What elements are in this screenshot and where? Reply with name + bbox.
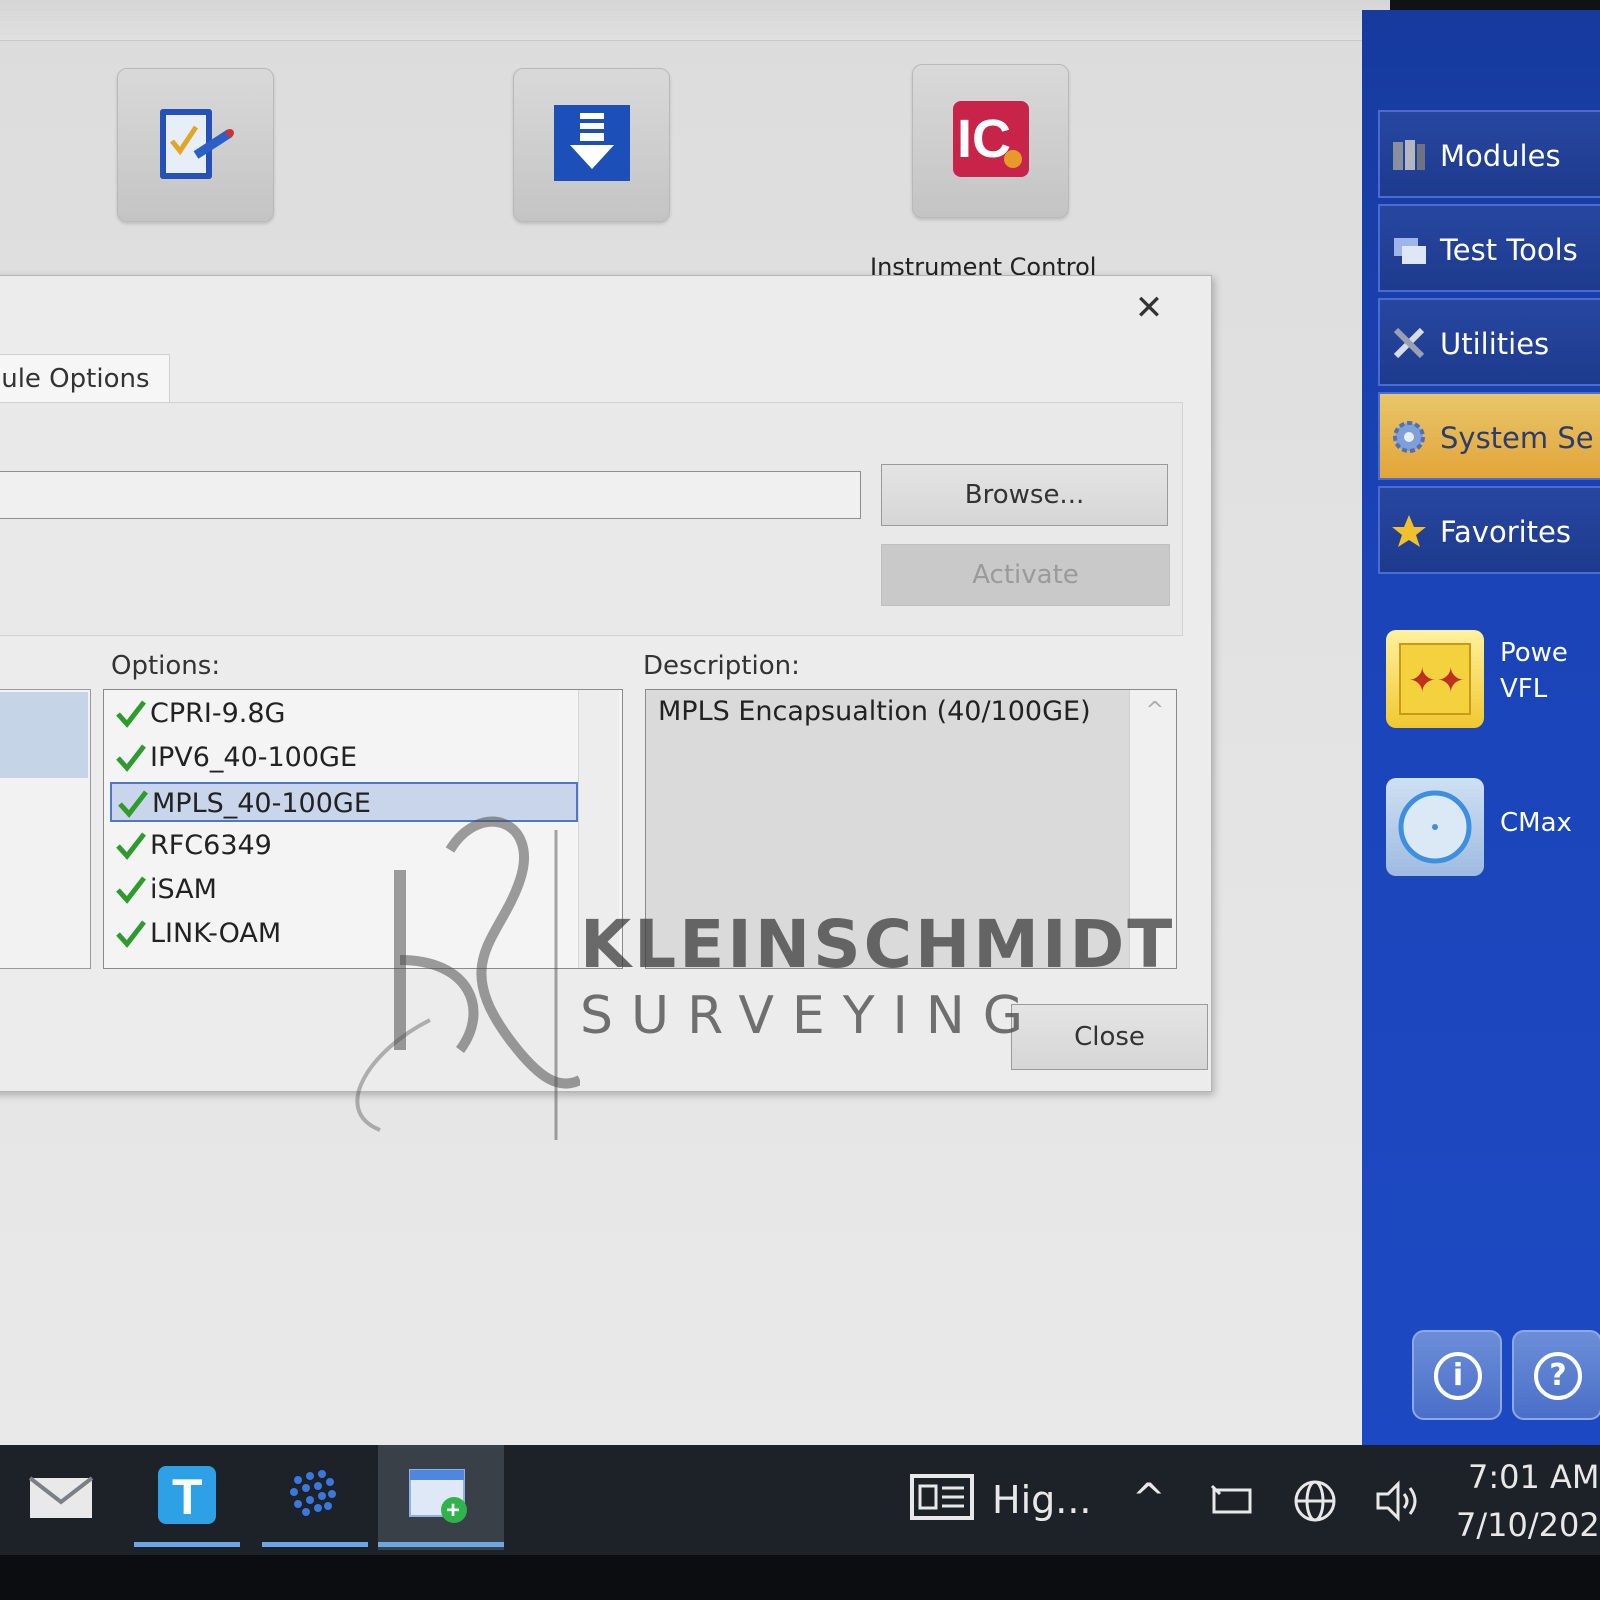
option-label: CPRI-9.8G <box>150 698 286 729</box>
utilities-icon <box>1393 327 1425 359</box>
volume-glyph <box>1376 1480 1417 1522</box>
option-label: IPV6_40-100GE <box>150 742 358 773</box>
sidebar-item-label: System Se <box>1440 421 1594 455</box>
option-item[interactable]: MPLS_40-100GE <box>110 782 578 822</box>
new-window-icon: + <box>409 1469 467 1524</box>
scroll-up-icon[interactable]: ^ <box>1146 698 1164 723</box>
option-item[interactable]: IPV6_40-100GE <box>110 738 578 778</box>
power-vfl-label-1: Powe <box>1500 638 1568 668</box>
top-strip <box>0 0 1390 41</box>
news-widget-button[interactable] <box>910 1474 974 1524</box>
option-label: RFC6349 <box>150 830 272 861</box>
help-button[interactable]: ? <box>1512 1330 1600 1420</box>
option-label: MPLS_40-100GE <box>152 788 371 819</box>
download-icon <box>554 105 630 181</box>
mail-taskbar-button[interactable] <box>26 1462 106 1532</box>
battery-icon[interactable] <box>1210 1484 1256 1522</box>
checkmark-icon <box>116 920 146 948</box>
instrument-control-app-tile[interactable]: IC <box>912 64 1069 218</box>
power-vfl-label-2: VFL <box>1500 674 1548 704</box>
instrument-control-icon: IC <box>953 101 1029 177</box>
clock-date[interactable]: 7/10/2024 <box>1456 1506 1600 1544</box>
sidebar-item-modules[interactable]: Modules <box>1378 110 1600 198</box>
star-icon <box>1392 515 1426 547</box>
screen: IC Instrument Control ✕ lule Options Bro… <box>0 0 1600 1600</box>
sidebar: Modules Test Tools Utilities System Se F… <box>1362 10 1600 1445</box>
description-scrollbar[interactable]: ^ <box>1129 690 1176 968</box>
power-vfl-tile[interactable]: ✦✦ <box>1386 630 1484 728</box>
description-text: MPLS Encapsualtion (40/100GE) <box>658 696 1091 727</box>
svg-text:+: + <box>446 1497 460 1524</box>
sidebar-item-system-settings[interactable]: System Se <box>1378 392 1600 480</box>
close-button[interactable]: Close <box>1011 1004 1208 1070</box>
news-icon <box>910 1474 974 1520</box>
option-item[interactable]: LINK-OAM <box>110 914 578 954</box>
option-label: iSAM <box>150 874 217 905</box>
cmax-label: CMax <box>1500 808 1572 838</box>
globe-icon[interactable] <box>1292 1478 1338 1528</box>
checkmark-icon <box>116 700 146 728</box>
module-list[interactable] <box>0 689 91 969</box>
dots-app-taskbar-button[interactable] <box>278 1462 358 1532</box>
checklist-app-tile[interactable] <box>117 68 274 222</box>
sidebar-item-label: Test Tools <box>1440 233 1578 267</box>
module-options-dialog: ✕ lule Options Browse... Activate Option… <box>0 275 1212 1092</box>
volume-icon[interactable] <box>1374 1478 1422 1528</box>
info-icon: i <box>1434 1352 1482 1400</box>
option-item[interactable]: RFC6349 <box>110 826 578 866</box>
news-widget-label[interactable]: Hig... <box>992 1478 1092 1522</box>
option-file-input[interactable] <box>0 471 861 519</box>
checkmark-icon <box>116 876 146 904</box>
taskbar-running-indicator <box>378 1542 504 1547</box>
option-label: LINK-OAM <box>150 918 282 949</box>
chevron-up-icon[interactable]: ^ <box>1132 1476 1166 1522</box>
sidebar-item-utilities[interactable]: Utilities <box>1378 298 1600 386</box>
download-app-tile[interactable] <box>513 68 670 222</box>
cmax-icon <box>1398 790 1472 864</box>
battery-glyph <box>1210 1484 1252 1514</box>
description-box: MPLS Encapsualtion (40/100GE) ^ <box>645 689 1177 969</box>
checkmark-icon <box>116 744 146 772</box>
test-tools-icon <box>1394 238 1426 264</box>
taskbar <box>0 1445 1600 1555</box>
checkmark-icon <box>116 832 146 860</box>
new-window-taskbar-button[interactable]: + <box>404 1462 484 1532</box>
dialog-close-button[interactable]: ✕ <box>1129 288 1169 328</box>
t-app-icon: T <box>158 1466 216 1525</box>
options-label: Options: <box>111 651 221 681</box>
taskbar-running-indicator <box>262 1542 368 1547</box>
checkmark-icon <box>118 790 148 818</box>
info-button[interactable]: i <box>1412 1330 1502 1420</box>
sidebar-item-test-tools[interactable]: Test Tools <box>1378 204 1600 292</box>
sidebar-item-label: Utilities <box>1440 327 1550 361</box>
sidebar-item-label: Modules <box>1440 139 1561 173</box>
power-vfl-icon: ✦✦ <box>1399 643 1471 715</box>
globe-glyph <box>1294 1480 1336 1522</box>
cmax-tile[interactable] <box>1386 778 1484 876</box>
sidebar-item-label: Favorites <box>1440 515 1571 549</box>
svg-text:IC: IC <box>957 109 1011 169</box>
taskbar-running-indicator <box>134 1542 240 1547</box>
svg-text:T: T <box>172 1469 203 1525</box>
option-item[interactable]: CPRI-9.8G <box>110 694 578 734</box>
checklist-icon <box>160 109 234 179</box>
dots-app-icon <box>290 1470 336 1516</box>
sidebar-item-favorites[interactable]: Favorites <box>1378 486 1600 574</box>
mail-icon <box>28 1476 94 1518</box>
svg-text:✦✦: ✦✦ <box>1408 662 1465 700</box>
bezel <box>0 1555 1600 1600</box>
help-icon: ? <box>1534 1352 1582 1400</box>
module-list-selected-item[interactable] <box>0 692 88 778</box>
t-app-taskbar-button[interactable]: T <box>152 1462 232 1532</box>
tab-module-options[interactable]: lule Options <box>0 354 170 403</box>
description-label: Description: <box>643 651 800 681</box>
clock-time[interactable]: 7:01 AM <box>1468 1458 1600 1496</box>
gear-icon <box>1393 421 1425 453</box>
option-item[interactable]: iSAM <box>110 870 578 910</box>
options-list[interactable]: ^ v CPRI-9.8G IPV6_40-100GE MPLS_40-100GE R… <box>103 689 623 969</box>
modules-icon <box>1393 140 1425 170</box>
browse-button[interactable]: Browse... <box>881 464 1168 526</box>
options-scrollbar[interactable]: ^ v <box>578 690 619 968</box>
activate-button[interactable]: Activate <box>881 544 1170 606</box>
